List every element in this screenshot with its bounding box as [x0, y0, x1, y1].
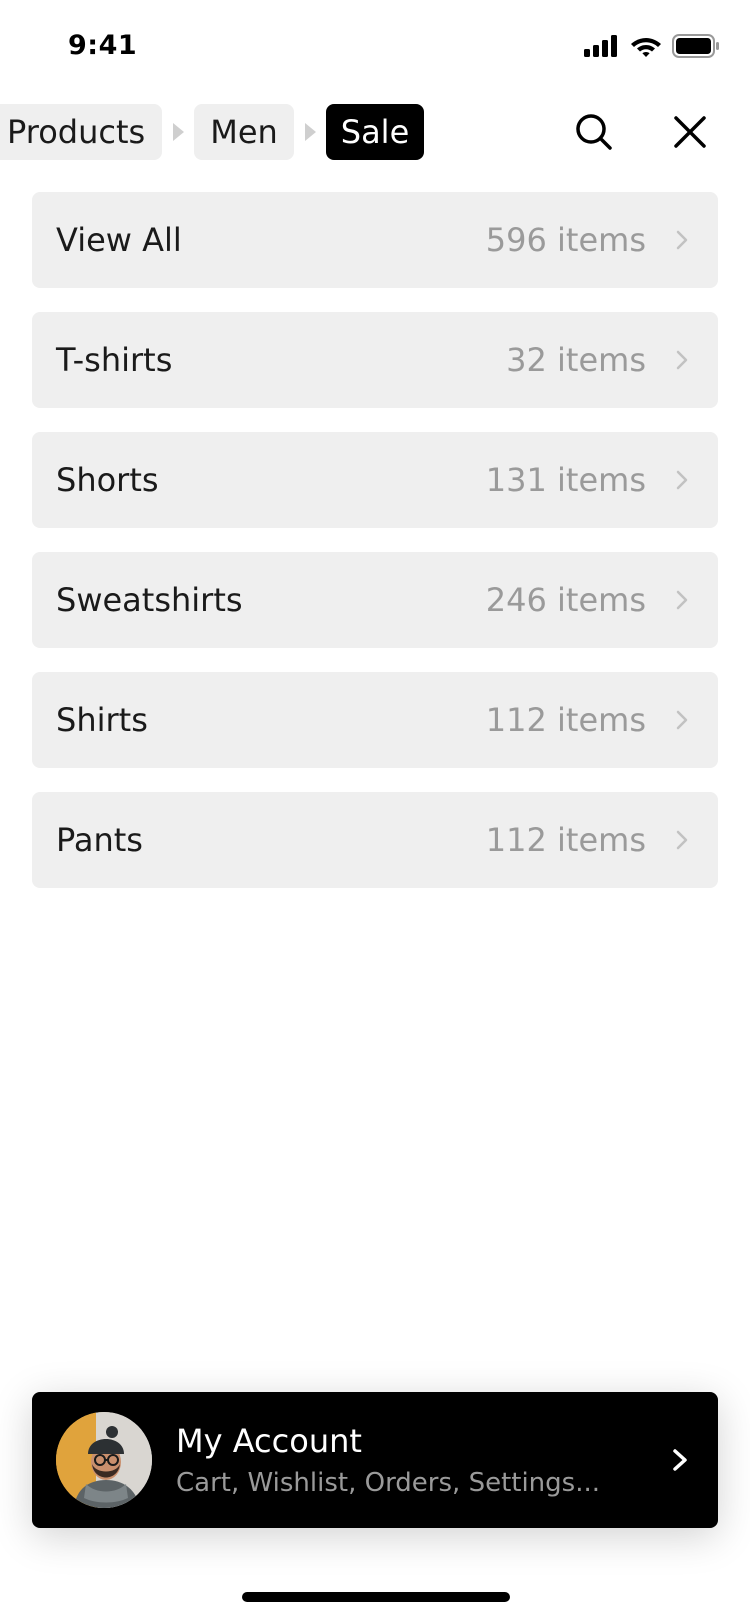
category-label: T-shirts [56, 341, 173, 379]
account-subtitle: Cart, Wishlist, Orders, Settings... [176, 1468, 600, 1498]
account-title: My Account [176, 1422, 362, 1460]
category-row-pants[interactable]: Pants 112 items [32, 792, 718, 888]
cellular-signal-icon [584, 35, 617, 57]
category-label: Shorts [56, 461, 159, 499]
category-label: Shirts [56, 701, 148, 739]
category-count: 112 items [485, 821, 646, 859]
my-account-button[interactable]: My Account Cart, Wishlist, Orders, Setti… [32, 1392, 718, 1528]
chevron-right-icon [676, 710, 688, 730]
close-button[interactable] [660, 104, 720, 160]
home-indicator[interactable] [242, 1592, 510, 1602]
category-row-t-shirts[interactable]: T-shirts 32 items [32, 312, 718, 408]
avatar-portrait-icon [56, 1412, 152, 1508]
chevron-right-icon [676, 830, 688, 850]
breadcrumb-item-men[interactable]: Men [194, 104, 294, 160]
wifi-icon [631, 38, 661, 57]
battery-icon [672, 34, 719, 58]
status-time: 9:41 [68, 30, 138, 61]
category-list: View All 596 items T-shirts 32 items Sho… [32, 192, 718, 912]
status-bar: 9:41 [0, 0, 750, 96]
category-count: 596 items [485, 221, 646, 259]
search-icon [576, 114, 612, 150]
breadcrumb: Products Men Sale [0, 104, 750, 160]
avatar [56, 1412, 152, 1508]
category-count: 131 items [485, 461, 646, 499]
breadcrumb-item-products[interactable]: Products [0, 104, 162, 160]
category-row-view-all[interactable]: View All 596 items [32, 192, 718, 288]
search-button[interactable] [564, 104, 624, 160]
category-row-shirts[interactable]: Shirts 112 items [32, 672, 718, 768]
category-row-shorts[interactable]: Shorts 131 items [32, 432, 718, 528]
category-label: Pants [56, 821, 143, 859]
category-count: 112 items [485, 701, 646, 739]
chevron-right-icon [676, 230, 688, 250]
status-icons [584, 34, 720, 58]
category-label: Sweatshirts [56, 581, 243, 619]
breadcrumb-separator-icon [173, 123, 184, 141]
chevron-right-icon [676, 350, 688, 370]
chevron-right-icon [673, 1449, 687, 1471]
close-icon [674, 116, 706, 148]
category-row-sweatshirts[interactable]: Sweatshirts 246 items [32, 552, 718, 648]
category-count: 32 items [506, 341, 646, 379]
chevron-right-icon [676, 470, 688, 490]
category-label: View All [56, 221, 182, 259]
breadcrumb-separator-icon [305, 123, 316, 141]
category-count: 246 items [485, 581, 646, 619]
chevron-right-icon [676, 590, 688, 610]
breadcrumb-item-sale[interactable]: Sale [326, 104, 424, 160]
